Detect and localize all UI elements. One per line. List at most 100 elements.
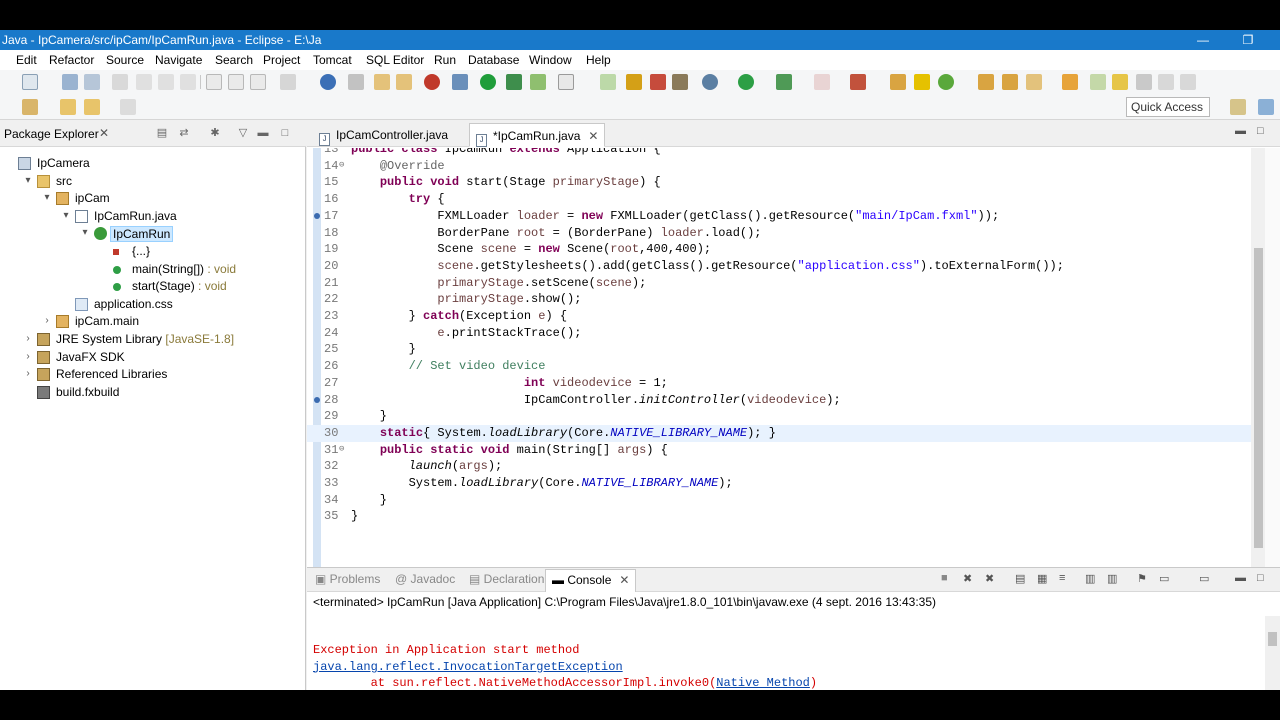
pin-console-icon[interactable]: ⚑: [1137, 572, 1147, 585]
code-line[interactable]: 35}: [307, 508, 1252, 525]
bug-icon[interactable]: [424, 74, 440, 90]
code-line[interactable]: 29 }: [307, 408, 1252, 425]
code-line[interactable]: 33 System.loadLibrary(Core.NATIVE_LIBRAR…: [307, 475, 1252, 492]
scrollbar-thumb[interactable]: [1254, 248, 1263, 548]
deploy-icon[interactable]: [530, 74, 546, 90]
remove-launch-icon[interactable]: ✖: [963, 572, 972, 585]
tree-item[interactable]: application.css: [0, 296, 306, 314]
tab-ipcamcontroller[interactable]: J IpCamController.java: [313, 123, 454, 147]
expand-arrow-icon[interactable]: ▾: [80, 227, 90, 239]
tree-item[interactable]: ▾ src: [0, 173, 306, 191]
save-icon[interactable]: [62, 74, 78, 90]
code-line[interactable]: 34 }: [307, 492, 1252, 509]
code-line[interactable]: 13 public class IpCamRun extends Applicat…: [307, 148, 1252, 158]
tree-item[interactable]: IpCamera: [0, 155, 306, 173]
checklist-icon[interactable]: [558, 74, 574, 90]
forward-icon[interactable]: [120, 99, 136, 115]
paste-icon[interactable]: [228, 74, 244, 90]
highlight-icon[interactable]: [1112, 74, 1128, 90]
tool2-icon[interactable]: [650, 74, 666, 90]
tree-item[interactable]: › Referenced Libraries: [0, 366, 306, 384]
back-history-icon[interactable]: [84, 99, 100, 115]
cut-icon[interactable]: [180, 74, 196, 90]
show-on-output-icon[interactable]: ▥: [1085, 572, 1095, 585]
menu-source[interactable]: Source: [106, 53, 144, 67]
new-console-icon[interactable]: ▭: [1199, 572, 1209, 585]
view-menu-icon[interactable]: ▽: [236, 126, 250, 140]
tree-item[interactable]: › JRE System Library [JavaSE-1.8]: [0, 331, 306, 349]
pilcrow-icon[interactable]: [1180, 74, 1196, 90]
code-line[interactable]: 20 scene.getStylesheets().add(getClass()…: [307, 258, 1252, 275]
tool-icon[interactable]: [626, 74, 642, 90]
open-resource-icon[interactable]: [914, 74, 930, 90]
code-line[interactable]: 14 ⊖ @Override: [307, 158, 1252, 175]
expand-arrow-icon[interactable]: ▾: [23, 175, 33, 187]
new-icon[interactable]: [22, 74, 38, 90]
menu-refactor[interactable]: Refactor: [49, 53, 94, 67]
maximize-view-icon[interactable]: □: [278, 126, 292, 140]
tree-item[interactable]: ▾ ipCam: [0, 190, 306, 208]
tab-javadoc[interactable]: @ Javadoc: [395, 572, 455, 586]
back-icon[interactable]: [60, 99, 76, 115]
code-line[interactable]: 19 Scene scene = new Scene(root,400,400)…: [307, 241, 1252, 258]
menu-run[interactable]: Run: [434, 53, 456, 67]
delete-icon[interactable]: [250, 74, 266, 90]
prev-annotation-icon[interactable]: [1158, 74, 1174, 90]
code-line[interactable]: 27 int videodevice = 1;: [307, 375, 1252, 392]
collapse-arrow-icon[interactable]: ›: [23, 351, 33, 363]
undo-icon[interactable]: [374, 74, 390, 90]
tab-console[interactable]: ▬ Console ✕: [545, 569, 637, 592]
menu-window[interactable]: Window: [529, 53, 572, 67]
minimize-view-icon[interactable]: ▬: [1235, 572, 1246, 584]
remove-all-icon[interactable]: ✖: [985, 572, 994, 585]
build-all-icon[interactable]: [158, 74, 174, 90]
save-all-icon[interactable]: [84, 74, 100, 90]
globe-icon[interactable]: [320, 74, 336, 90]
coverage-icon[interactable]: [776, 74, 792, 90]
close-icon[interactable]: ✕: [99, 126, 109, 140]
build-icon[interactable]: [136, 74, 152, 90]
minimize-button[interactable]: —: [1188, 31, 1218, 49]
display-console-icon[interactable]: ▭: [1159, 572, 1169, 585]
code-line[interactable]: 25 }: [307, 341, 1252, 358]
code-line[interactable]: 18 BorderPane root = (BorderPane) loader…: [307, 225, 1252, 242]
mark-icon[interactable]: [1090, 74, 1106, 90]
tree-item[interactable]: start(Stage) : void: [0, 278, 306, 296]
stacktrace-link[interactable]: java.lang.reflect.InvocationTargetExcept…: [313, 660, 623, 674]
close-icon[interactable]: ✕: [588, 129, 598, 143]
search-tool-icon[interactable]: [348, 74, 364, 90]
code-line[interactable]: 15 public void start(Stage primaryStage)…: [307, 174, 1252, 191]
maximize-editor-icon[interactable]: □: [1257, 125, 1264, 137]
open-folder-icon[interactable]: [1002, 74, 1018, 90]
scrollbar-thumb[interactable]: [1268, 632, 1277, 646]
menu-help[interactable]: Help: [586, 53, 611, 67]
clear-console-icon[interactable]: ▤: [1015, 572, 1025, 585]
next-annotation-icon[interactable]: [1136, 74, 1152, 90]
code-line[interactable]: 24 e.printStackTrace();: [307, 325, 1252, 342]
menu-tomcat[interactable]: Tomcat: [313, 53, 352, 67]
server-icon[interactable]: [452, 74, 468, 90]
menu-search[interactable]: Search: [215, 53, 253, 67]
java-perspective-icon[interactable]: [1258, 99, 1274, 115]
tree-item[interactable]: build.fxbuild: [0, 384, 306, 402]
word-wrap-icon[interactable]: ≡: [1059, 572, 1065, 584]
tree-item[interactable]: ▾ IpCamRun.java: [0, 208, 306, 226]
tree-item[interactable]: main(String[]) : void: [0, 261, 306, 279]
collapse-arrow-icon[interactable]: ›: [23, 368, 33, 380]
package-explorer-title[interactable]: Package Explorer: [4, 127, 99, 141]
start-server-icon[interactable]: [480, 74, 496, 90]
print-icon[interactable]: [112, 74, 128, 90]
collapse-arrow-icon[interactable]: ›: [23, 333, 33, 345]
code-line[interactable]: 22 primaryStage.show();: [307, 291, 1252, 308]
tab-problems[interactable]: ▣ Problems: [315, 572, 380, 586]
stop-icon[interactable]: [814, 74, 830, 90]
menu-database[interactable]: Database: [468, 53, 519, 67]
tree-item[interactable]: › JavaFX SDK: [0, 349, 306, 367]
maximize-button[interactable]: ❐: [1233, 31, 1263, 49]
tree-item[interactable]: › ipCam.main: [0, 313, 306, 331]
pen-icon[interactable]: [1026, 74, 1042, 90]
stacktrace-link[interactable]: Native Method: [716, 676, 810, 690]
console-scrollbar[interactable]: [1265, 616, 1280, 690]
annotation-icon[interactable]: [1062, 74, 1078, 90]
expand-arrow-icon[interactable]: ▾: [42, 192, 52, 204]
